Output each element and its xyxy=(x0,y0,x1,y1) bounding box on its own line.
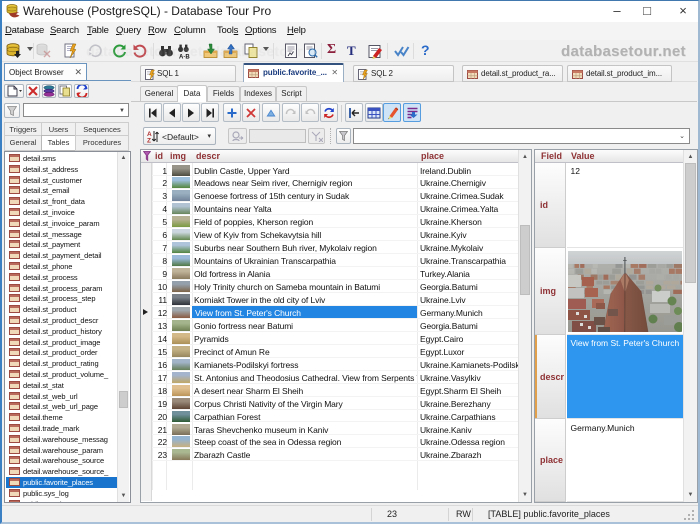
svg-text:Z: Z xyxy=(147,138,151,144)
